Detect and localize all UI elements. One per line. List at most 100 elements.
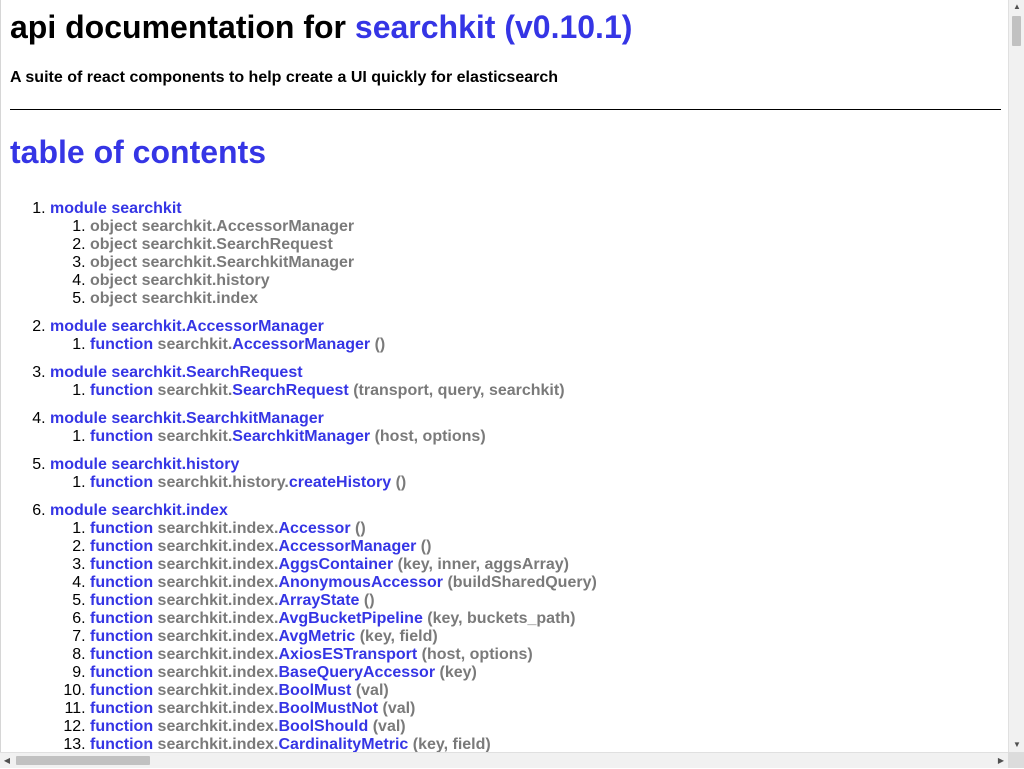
module-item-list: function searchkit.index.Accessor ()func… [50,520,1001,752]
function-args: (key, buckets_path) [427,610,576,627]
item-namespace: searchkit.index. [157,718,279,735]
function-link[interactable]: ArrayState [279,592,360,609]
arrow-down-icon[interactable]: ▼ [1009,738,1024,752]
document-viewport: api documentation for searchkit (v0.10.1… [0,0,1008,752]
item-kind[interactable]: function [90,556,153,573]
toc-item: function searchkit.index.ArrayState () [90,592,1001,610]
module-entry: module searchkit.SearchkitManagerfunctio… [50,410,1001,446]
function-link[interactable]: BaseQueryAccessor [279,664,436,681]
toc-item: object searchkit.SearchRequest [90,236,1001,254]
module-item-list: function searchkit.SearchkitManager (hos… [50,428,1001,446]
module-item-list: object searchkit.AccessorManagerobject s… [50,218,1001,308]
item-kind[interactable]: function [90,718,153,735]
object-name: searchkit.AccessorManager [141,218,355,235]
function-link[interactable]: AccessorManager [232,336,370,353]
item-kind[interactable]: function [90,474,153,491]
item-namespace: searchkit.index. [157,736,279,752]
item-kind[interactable]: function [90,592,153,609]
module-link[interactable]: module searchkit.history [50,456,239,473]
module-entry: module searchkit.AccessorManagerfunction… [50,318,1001,354]
function-args: (val) [355,682,389,699]
item-kind[interactable]: function [90,664,153,681]
item-kind[interactable]: function [90,520,153,537]
item-kind[interactable]: function [90,628,153,645]
item-kind: object [90,218,138,235]
function-args: () [395,474,407,491]
function-link[interactable]: SearchRequest [232,382,349,399]
module-link[interactable]: module searchkit.SearchkitManager [50,410,324,427]
package-link[interactable]: searchkit (v0.10.1) [355,9,633,45]
toc-item: object searchkit.index [90,290,1001,308]
function-args: (host, options) [421,646,533,663]
item-namespace: searchkit.index. [157,556,279,573]
toc-item: function searchkit.index.BaseQueryAccess… [90,664,1001,682]
item-namespace: searchkit.index. [157,700,279,717]
module-link[interactable]: module searchkit.AccessorManager [50,318,324,335]
function-args: () [363,592,375,609]
item-kind: object [90,272,138,289]
function-args: (buildSharedQuery) [447,574,597,591]
function-link[interactable]: AvgMetric [279,628,356,645]
item-namespace: searchkit.index. [157,646,279,663]
function-link[interactable]: SearchkitManager [232,428,370,445]
toc-item: function searchkit.index.AvgBucketPipeli… [90,610,1001,628]
item-kind[interactable]: function [90,428,153,445]
function-args: () [420,538,432,555]
arrow-up-icon[interactable]: ▲ [1009,0,1024,14]
item-kind[interactable]: function [90,736,153,752]
item-kind[interactable]: function [90,610,153,627]
item-namespace: searchkit.index. [157,592,279,609]
toc-item: function searchkit.index.AvgMetric (key,… [90,628,1001,646]
vertical-scrollbar[interactable]: ▲ ▼ [1008,0,1024,752]
function-link[interactable]: Accessor [279,520,351,537]
item-kind[interactable]: function [90,382,153,399]
toc-item: function searchkit.AccessorManager () [90,336,1001,354]
item-kind[interactable]: function [90,646,153,663]
function-link[interactable]: AxiosESTransport [279,646,418,663]
arrow-right-icon[interactable]: ▶ [994,753,1008,769]
item-namespace: searchkit.index. [157,682,279,699]
item-kind[interactable]: function [90,336,153,353]
arrow-left-icon[interactable]: ◀ [0,753,14,769]
module-list: module searchkitobject searchkit.Accesso… [10,200,1001,752]
function-args: (key) [439,664,477,681]
toc-item: function searchkit.SearchRequest (transp… [90,382,1001,400]
function-link[interactable]: CardinalityMetric [279,736,409,752]
toc-item: function searchkit.index.CardinalityMetr… [90,736,1001,752]
function-link[interactable]: createHistory [289,474,391,491]
function-link[interactable]: AvgBucketPipeline [279,610,423,627]
horizontal-scrollbar[interactable]: ◀ ▶ [0,752,1008,768]
function-link[interactable]: BoolMustNot [279,700,379,717]
module-link[interactable]: module searchkit.SearchRequest [50,364,303,381]
item-namespace: searchkit. [157,428,233,445]
package-description: A suite of react components to help crea… [10,69,559,86]
item-namespace: searchkit. [157,336,233,353]
function-args: (transport, query, searchkit) [353,382,565,399]
module-link[interactable]: module searchkit.index [50,502,228,519]
toc-item: function searchkit.index.AccessorManager… [90,538,1001,556]
function-args: (key, inner, aggsArray) [397,556,569,573]
module-item-list: function searchkit.history.createHistory… [50,474,1001,492]
function-link[interactable]: AccessorManager [279,538,417,555]
object-name: searchkit.history [141,272,270,289]
item-kind[interactable]: function [90,538,153,555]
function-link[interactable]: AnonymousAccessor [279,574,444,591]
item-kind[interactable]: function [90,682,153,699]
function-link[interactable]: AggsContainer [279,556,394,573]
item-kind: object [90,290,138,307]
toc-item: function searchkit.index.Accessor () [90,520,1001,538]
function-link[interactable]: BoolShould [279,718,369,735]
item-kind: object [90,236,138,253]
toc-item: function searchkit.SearchkitManager (hos… [90,428,1001,446]
module-item-list: function searchkit.SearchRequest (transp… [50,382,1001,400]
module-link[interactable]: module searchkit [50,200,182,217]
toc-item: function searchkit.index.AxiosESTranspor… [90,646,1001,664]
item-kind[interactable]: function [90,574,153,591]
item-kind[interactable]: function [90,700,153,717]
vertical-scroll-thumb[interactable] [1012,16,1021,46]
function-args: (host, options) [374,428,486,445]
horizontal-scroll-thumb[interactable] [16,756,150,765]
item-namespace: searchkit.index. [157,538,279,555]
function-link[interactable]: BoolMust [279,682,352,699]
scrollbar-corner [1008,752,1024,768]
